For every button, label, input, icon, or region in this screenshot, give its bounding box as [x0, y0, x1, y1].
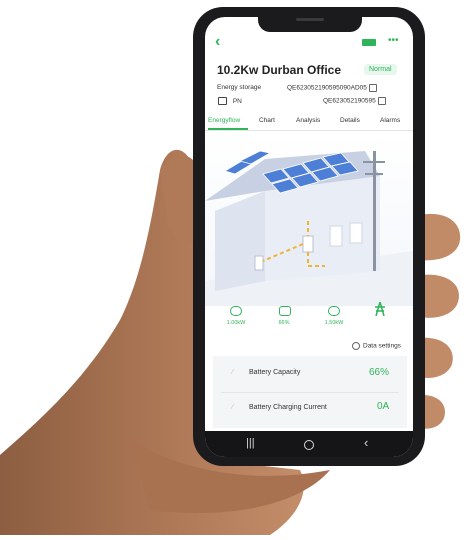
card-divider: [221, 392, 399, 393]
tab-analysis[interactable]: Analysis: [296, 117, 320, 124]
solar-icon: [230, 306, 242, 316]
tab-alarms[interactable]: Alarms: [380, 117, 400, 124]
data-settings-label: Data settings: [363, 342, 401, 350]
data-settings-button[interactable]: Data settings: [352, 342, 401, 350]
battery-charging-current-label: Battery Charging Current: [249, 404, 327, 411]
battery-charging-current-value: 0A: [377, 401, 390, 412]
phone-notch: [258, 10, 362, 32]
back-nav-icon[interactable]: ‹: [364, 435, 368, 450]
copy-icon[interactable]: [368, 84, 377, 92]
grid-tower-icon: [374, 301, 386, 317]
load-value: 1.50kW: [324, 320, 344, 326]
device-type-label: Energy storage: [217, 84, 262, 91]
page-title: 10.2Kw Durban Office: [217, 63, 342, 77]
leaf-icon: ⁄: [232, 369, 234, 376]
device-serial-row: QE623052190595090AD05: [287, 84, 377, 92]
printer-icon: [218, 97, 227, 105]
recents-icon[interactable]: |||: [246, 437, 255, 449]
back-button[interactable]: ‹: [215, 33, 220, 51]
phone-speaker: [296, 18, 324, 21]
load-icon: [328, 306, 340, 316]
house-illustration: [205, 150, 413, 306]
battery-value: 66%: [278, 320, 290, 326]
status-badge: Normal: [364, 64, 397, 75]
tab-energyflow[interactable]: Energyflow: [208, 117, 240, 124]
pn-label: PN: [232, 97, 242, 105]
pn-row: PN: [218, 97, 242, 105]
home-icon[interactable]: [304, 440, 314, 450]
battery-capacity-value: 66%: [369, 367, 390, 378]
solar-value: 1.00kW: [226, 320, 246, 326]
solar-stat: [229, 306, 243, 316]
load-stat: [327, 306, 341, 316]
device-serial: QE623052190595090AD05: [287, 84, 367, 92]
chevron-left-icon: ‹: [215, 33, 221, 50]
tab-chart[interactable]: Chart: [259, 117, 275, 124]
tab-details[interactable]: Details: [340, 117, 360, 124]
pn-value-row: QE623052190595: [323, 97, 386, 105]
copy-icon[interactable]: [377, 97, 386, 105]
gear-icon: [352, 342, 360, 350]
pn-value: QE623052190595: [323, 97, 376, 105]
battery-capacity-label: Battery Capacity: [249, 369, 301, 376]
battery-stat: [278, 306, 292, 316]
battery-icon: [279, 306, 291, 316]
more-menu-icon[interactable]: •••: [388, 35, 399, 46]
leaf-icon: ⁄: [232, 404, 234, 411]
battery-status-icon: [362, 39, 376, 46]
energy-flow-panel: [205, 131, 413, 306]
